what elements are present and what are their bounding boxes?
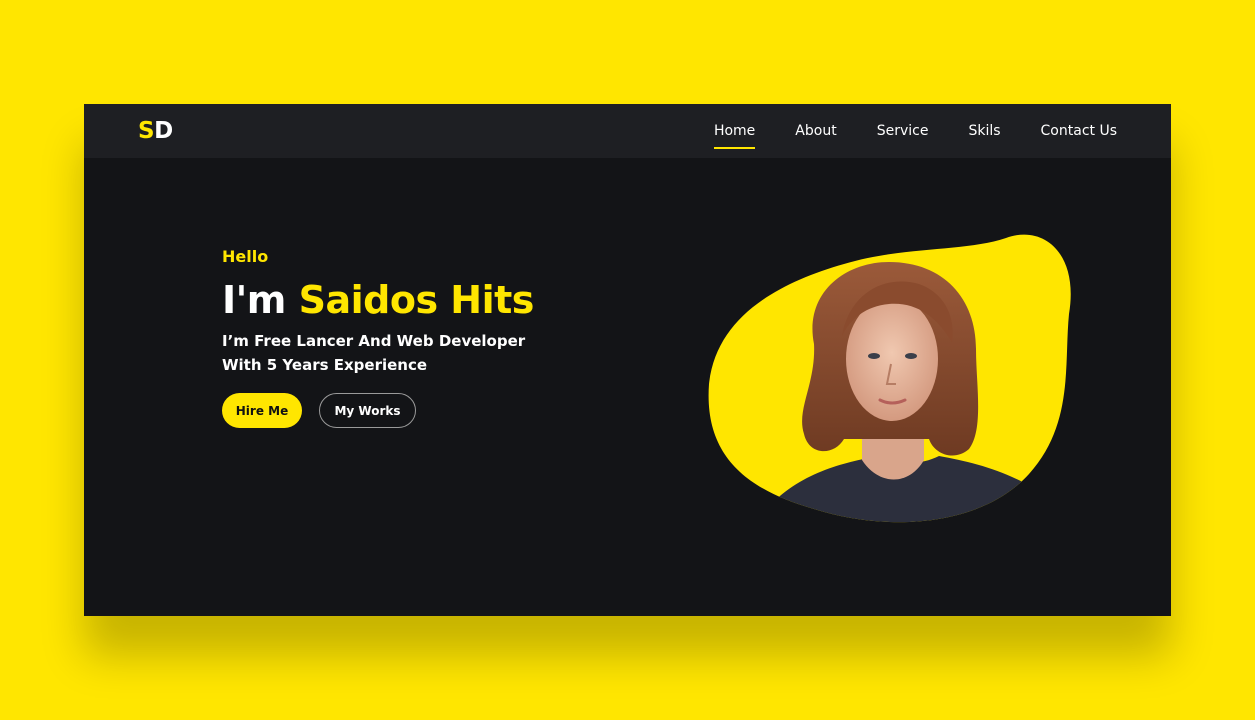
hero-text: Hello I'm Saidos Hits I’m Free Lancer An… [222,247,602,428]
hero-headline: I'm Saidos Hits [222,277,602,323]
headline-prefix: I'm [222,278,299,322]
nav-about[interactable]: About [795,122,836,140]
headline-name: Saidos Hits [298,278,535,322]
hero-portrait [684,224,1104,544]
hero-buttons: Hire Me My Works [222,393,602,428]
nav-service[interactable]: Service [877,122,929,140]
logo-letter-d: D [154,118,173,144]
hero-subtitle-line2: With 5 Years Experience [222,356,428,374]
hero-subtitle-line1: I’m Free Lancer And Web Developer [222,332,526,350]
logo[interactable]: SD [138,117,173,145]
nav-home[interactable]: Home [713,122,756,149]
nav-skills[interactable]: Skils [968,122,1000,140]
nav-contact[interactable]: Contact Us [1041,122,1117,140]
logo-letter-s: S [138,118,155,144]
hero-subtitle: I’m Free Lancer And Web Developer With 5… [222,329,552,377]
website-frame: SD Home About Service Skils Contact Us H… [84,104,1171,616]
my-works-button[interactable]: My Works [319,393,416,428]
hire-me-button[interactable]: Hire Me [222,393,302,428]
hero-greeting: Hello [222,247,269,266]
navbar: SD Home About Service Skils Contact Us [84,104,1171,158]
profile-photo-icon [708,234,1071,523]
main-nav: Home About Service Skils Contact Us [713,104,1117,158]
